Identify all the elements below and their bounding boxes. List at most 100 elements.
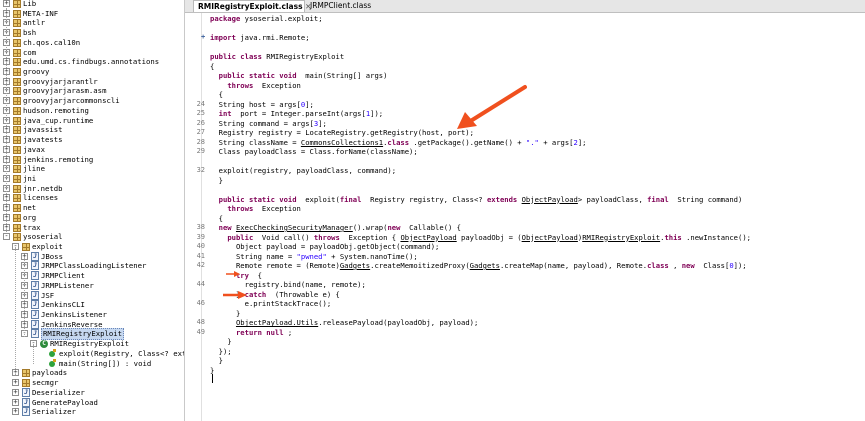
tree-item[interactable]: + edu.umd.cs.findbugs.annotations [0, 57, 184, 67]
class-file-icon: J [31, 319, 39, 329]
tree-item[interactable]: + J JRMPClient [0, 271, 184, 281]
expand-icon[interactable]: + [12, 408, 19, 416]
tab-rmiregistryexploit-class[interactable]: RMIRegistryExploit.class ✕ [193, 0, 311, 12]
code-line[interactable]: ObjectPayload.Utils.releasePayload(paylo… [210, 318, 478, 327]
fold-expand-icon[interactable]: + [201, 34, 207, 41]
code-line[interactable]: String host = args[0]; [210, 100, 314, 109]
package-icon [13, 0, 21, 8]
tree-item[interactable]: + jnr.netdb [0, 184, 184, 194]
expand-icon[interactable]: + [12, 388, 19, 396]
code-line[interactable]: String name = "pwned" + System.nanoTime(… [210, 252, 418, 261]
tree-item[interactable]: + J JBoss [0, 251, 184, 262]
tree-item[interactable]: + J JSF [0, 290, 184, 301]
tree-item[interactable]: + groovyjarjarasm.asm [0, 86, 184, 96]
tree-item[interactable]: + jenkins.remoting [0, 155, 184, 165]
expand-icon[interactable]: + [12, 379, 19, 387]
tree-item[interactable]: + groovyjarjarcommonscli [0, 96, 184, 106]
tree-item[interactable]: + groovyjarjarantlr [0, 77, 184, 87]
tree-item[interactable]: + Lib [0, 0, 184, 9]
code-line[interactable]: e.printStackTrace(); [210, 299, 332, 308]
code-line[interactable]: public static void main(String[] args) [210, 71, 388, 80]
code-line[interactable]: return null ; [210, 328, 292, 337]
tree-item[interactable]: + secmgr [0, 378, 184, 388]
tree-item[interactable]: + jni [0, 174, 184, 184]
expand-icon[interactable]: + [3, 0, 10, 7]
tree-item[interactable]: + J Deserializer [0, 387, 184, 398]
code-line[interactable]: Object payload = payloadObj.getObject(co… [210, 242, 439, 251]
code-line[interactable]: int port = Integer.parseInt(args[1]); [210, 109, 383, 118]
tree-item-label: bsh [23, 28, 37, 38]
tree-item[interactable]: exploit(Registry, Class<? exte [0, 348, 184, 359]
code-line[interactable]: { [210, 90, 223, 99]
tree-item[interactable]: + javax [0, 145, 184, 155]
tree-item[interactable]: + payloads [0, 368, 184, 378]
code-line[interactable]: public static void exploit(final Registr… [210, 195, 743, 204]
code-line[interactable]: } [210, 309, 240, 318]
tree-item[interactable]: main(String[]) : void [0, 358, 184, 369]
line-number: 48 [196, 318, 205, 326]
code-line[interactable]: public class RMIRegistryExploit [210, 52, 344, 61]
tab-jrmpclient-class[interactable]: JRMPClient.class [307, 0, 388, 12]
line-number: 24 [196, 99, 205, 108]
tree-guide-line [24, 257, 25, 337]
tree-item[interactable]: + jline [0, 164, 184, 174]
code-line[interactable]: Registry registry = LocateRegistry.getRe… [210, 128, 474, 137]
tree-item[interactable]: + J JRMPListener [0, 280, 184, 291]
tree-item-label: Serializer [32, 407, 76, 417]
tree-item[interactable]: + hudson.remoting [0, 106, 184, 116]
tree-item-label: payloads [32, 368, 68, 378]
code-line[interactable]: exploit(registry, payloadClass, command)… [210, 166, 396, 175]
tab-label: RMIRegistryExploit.class [198, 2, 303, 11]
text-cursor [212, 374, 213, 383]
tree-item[interactable]: + J GeneratePayload [0, 397, 184, 408]
tree-item[interactable]: + com [0, 48, 184, 58]
code-line[interactable]: } [210, 176, 223, 185]
code-line[interactable]: }); [210, 347, 232, 356]
tree-item[interactable]: - C RMIRegistryExploit [0, 339, 184, 349]
line-number: 41 [196, 251, 205, 260]
code-line[interactable]: String className = CommonsCollections1.c… [210, 138, 587, 147]
tree-item[interactable]: + licenses [0, 193, 184, 203]
code-line[interactable]: String command = args[3]; [210, 119, 327, 128]
tree-item[interactable]: + J Serializer [0, 407, 184, 417]
code-line[interactable]: Class payloadClass = Class.forName(class… [210, 147, 418, 156]
tree-item[interactable]: + J JRMPClassLoadingListener [0, 261, 184, 271]
package-explorer-tree[interactable]: + Lib + META-INF + antlr + bsh + ch.qos.cal10n + co… [0, 0, 185, 421]
code-line[interactable]: } [210, 356, 223, 365]
tree-item[interactable]: + javassist [0, 125, 184, 135]
code-line[interactable]: Remote remote = (Remote)Gadgets.createMe… [210, 261, 747, 270]
tree-item[interactable]: + javatests [0, 135, 184, 145]
tree-item[interactable]: + J JenkinsCLI [0, 300, 184, 310]
tree-item[interactable]: - J RMIRegistryExploit [0, 328, 184, 341]
tree-guide-line [15, 247, 16, 375]
code-line[interactable]: throws Exception [210, 81, 301, 90]
code-line[interactable]: { [210, 214, 223, 223]
tree-item[interactable]: + ch.qos.cal10n [0, 38, 184, 48]
code-line[interactable]: package ysoserial.exploit; [210, 14, 323, 23]
tree-item[interactable]: + antlr [0, 18, 184, 28]
package-icon [13, 204, 21, 213]
tree-item[interactable]: + java_cup.runtime [0, 116, 184, 126]
code-line[interactable]: } [210, 337, 231, 346]
tree-item[interactable]: + net [0, 203, 184, 213]
code-line[interactable]: throws Exception [210, 204, 301, 213]
tree-item[interactable]: - ysoserial [0, 232, 184, 242]
expand-icon[interactable]: + [12, 398, 19, 406]
code-line[interactable]: { [210, 62, 214, 71]
tree-item[interactable]: + META-INF [0, 9, 184, 19]
tree-item[interactable]: + J JenkinsListener [0, 310, 184, 320]
tree-item[interactable]: + bsh [0, 28, 184, 38]
code-line[interactable]: new ExecCheckingSecurityManager().wrap(n… [210, 223, 461, 232]
collapse-icon[interactable]: - [3, 233, 10, 241]
code-line[interactable]: public Void call() throws Exception { Ob… [210, 233, 751, 242]
tree-item[interactable]: + trax [0, 223, 184, 233]
tree-item[interactable]: + groovy [0, 67, 184, 77]
line-number: 29 [196, 147, 205, 155]
tree-item[interactable]: - exploit [0, 242, 184, 252]
tree-item[interactable]: + org [0, 213, 184, 223]
package-icon [13, 165, 21, 174]
code-line[interactable]: registry.bind(name, remote); [210, 280, 366, 289]
tree-guide-line [6, 8, 7, 232]
package-icon [13, 126, 21, 135]
code-line[interactable]: import java.rmi.Remote; [210, 33, 310, 42]
